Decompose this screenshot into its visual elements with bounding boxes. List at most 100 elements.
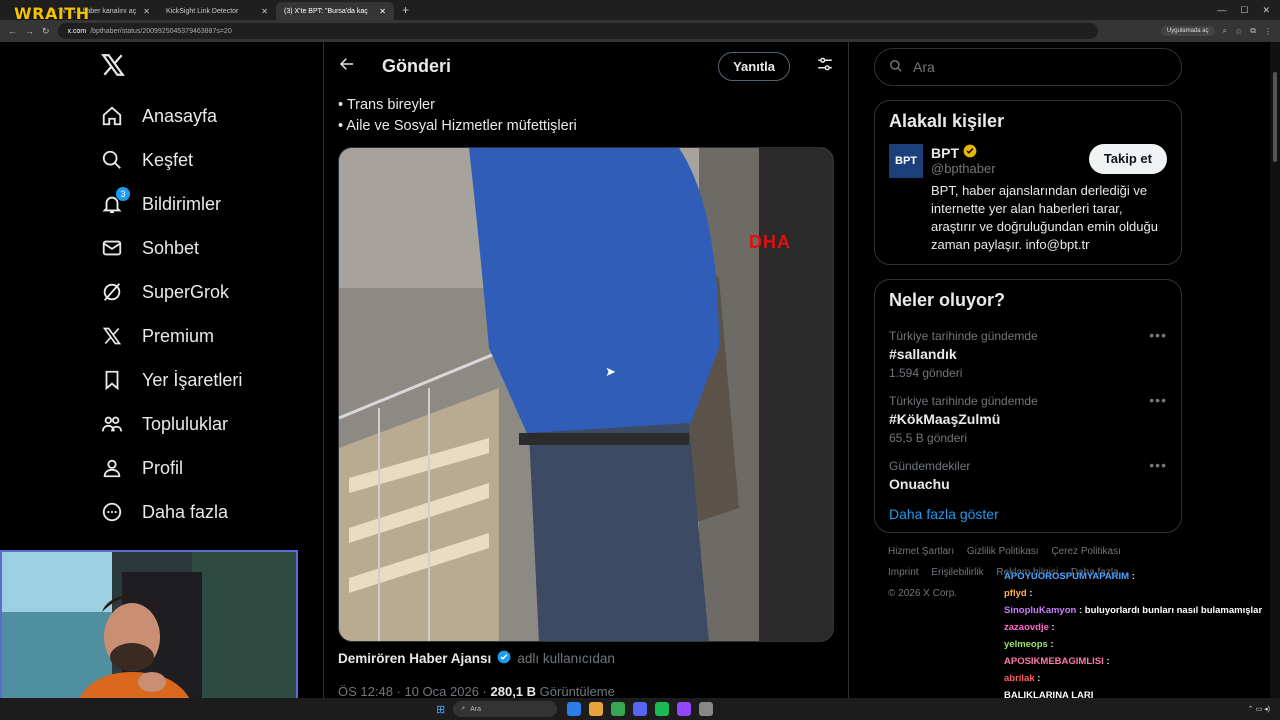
post-timestamp[interactable]: ÖS 12:48 · 10 Oca 2026 · <box>338 684 487 699</box>
chat-text: buluyorlardı bunları nasıl bulamamışlar <box>1084 605 1263 616</box>
nav-label: Premium <box>142 325 215 346</box>
browser-tab-active[interactable]: (3) X'te BPT: "Bursa'da kaç ✕ <box>276 2 394 20</box>
close-window-icon[interactable]: ✕ <box>1262 5 1270 16</box>
nav-label: Bildirimler <box>142 193 222 214</box>
url-field[interactable]: x.com/bpthaber/status/200992504537946388… <box>57 23 1098 39</box>
column-divider <box>848 42 849 720</box>
nav-item-bildirimler[interactable]: 3 Bildirimler <box>90 182 320 226</box>
close-icon[interactable]: ✕ <box>143 7 150 16</box>
menu-icon[interactable]: ⋮ <box>1264 27 1272 36</box>
chat-username: APOYUOROSPUMYAPARIM <box>1004 571 1130 582</box>
reload-icon[interactable]: ↻ <box>42 26 50 37</box>
extensions-icon[interactable]: ⧉ <box>1250 26 1256 36</box>
copyright: © 2026 X Corp. <box>888 588 958 599</box>
trend-context: Türkiye tarihinde gündemde <box>889 329 1038 343</box>
taskbar-app-icon[interactable] <box>655 702 670 716</box>
search-placeholder: Ara <box>913 59 935 75</box>
trend-item[interactable]: Gündemdekiler Onuachu ••• <box>889 453 1167 500</box>
taskbar-app-icon[interactable] <box>699 702 714 716</box>
verified-badge-icon <box>497 650 511 667</box>
nav-label: Daha fazla <box>142 501 229 522</box>
follow-button[interactable]: Takip et <box>1088 144 1167 174</box>
reply-button[interactable]: Yanıtla <box>718 51 790 81</box>
maximize-icon[interactable]: ☐ <box>1240 5 1248 16</box>
show-more-link[interactable]: Daha fazla göster <box>889 506 1167 522</box>
taskbar-app-icon[interactable] <box>589 702 604 716</box>
x-logo-icon[interactable] <box>100 52 320 94</box>
webcam-overlay <box>0 550 298 720</box>
nav-item-supergrok[interactable]: SuperGrok <box>90 270 320 314</box>
trend-context: Türkiye tarihinde gündemde <box>889 394 1038 408</box>
taskbar-app-icon[interactable] <box>677 702 692 716</box>
back-arrow-icon[interactable] <box>338 55 356 78</box>
more-options-icon[interactable]: ••• <box>1149 392 1167 408</box>
person-bio: BPT, haber ajanslarından derlediği ve in… <box>931 183 1158 252</box>
footer-link[interactable]: Hizmet Şartları <box>888 546 954 557</box>
trend-item[interactable]: Türkiye tarihinde gündemde #sallandık 1.… <box>889 323 1167 388</box>
nav-item-daha-fazla[interactable]: Daha fazla <box>90 490 320 534</box>
post-video[interactable]: DHA ➤ <box>338 147 834 642</box>
search-input[interactable]: Ara <box>874 48 1182 86</box>
close-icon[interactable]: ✕ <box>261 7 268 16</box>
nav-item-anasayfa[interactable]: Anasayfa <box>90 94 320 138</box>
star-icon[interactable]: ☆ <box>1235 27 1242 36</box>
taskbar-search[interactable]: ⌕ Ara <box>453 701 558 717</box>
footer-link[interactable]: Gizlilik Politikası <box>967 546 1039 557</box>
taskbar-app-icon[interactable] <box>611 702 626 716</box>
system-tray[interactable]: ⌃ ▭ ◂) <box>1248 705 1280 713</box>
open-in-app-button[interactable]: Uygulamada aç <box>1160 26 1215 36</box>
view-label: Görüntüleme <box>539 684 615 699</box>
footer-link[interactable]: Çerez Politikası <box>1051 546 1120 557</box>
attribution-suffix: adlı kullanıcıdan <box>517 651 615 666</box>
chat-message: SinopluKamyon : buluyorlardı bunları nas… <box>1004 605 1263 616</box>
trend-item[interactable]: Türkiye tarihinde gündemde #KökMaaşZulmü… <box>889 388 1167 453</box>
nav-item-kesfet[interactable]: Keşfet <box>90 138 320 182</box>
trend-name: #KökMaaşZulmü <box>889 411 1001 427</box>
home-icon <box>100 104 124 128</box>
browser-tab[interactable]: KickSight Link Detector ✕ <box>158 2 276 20</box>
footer-link[interactable]: Imprint <box>888 567 919 578</box>
nav-item-yer-isaretleri[interactable]: Yer İşaretleri <box>90 358 320 402</box>
post-header: Gönderi Yanıtla <box>324 42 848 90</box>
chat-username: APOSIKMEBAGIMLISI <box>1004 656 1104 667</box>
scrollbar-thumb[interactable] <box>1273 72 1277 162</box>
windows-start-icon[interactable]: ⊞ <box>436 703 445 716</box>
related-person[interactable]: BPT BPT @bpthaber Takip et <box>889 144 1167 178</box>
taskbar-app-icon[interactable] <box>567 702 582 716</box>
post-bullet: • Trans bireyler <box>338 97 435 113</box>
avatar[interactable]: BPT <box>889 144 923 178</box>
chat-username: pflyd <box>1004 588 1027 599</box>
stream-chat-overlay: APOYUOROSPUMYAPARIM : pflyd : SinopluKam… <box>1004 568 1274 704</box>
chat-message: yelmeops : <box>1004 639 1054 650</box>
more-options-icon[interactable]: ••• <box>1149 327 1167 343</box>
nav-label: Profil <box>142 457 184 478</box>
nav-item-sohbet[interactable]: Sohbet <box>90 226 320 270</box>
close-icon[interactable]: ✕ <box>379 7 386 16</box>
sliders-icon[interactable] <box>816 55 834 78</box>
bookmark-icon <box>100 368 124 392</box>
nav-label: Keşfet <box>142 149 194 170</box>
nav-item-premium[interactable]: Premium <box>90 314 320 358</box>
minimize-icon[interactable]: — <box>1217 5 1226 16</box>
left-navigation: Anasayfa Keşfet 3 Bildirimler Sohbet Sup… <box>90 48 320 534</box>
more-options-icon[interactable]: ••• <box>1149 457 1167 473</box>
source-name[interactable]: Demirören Haber Ajansı <box>338 651 491 666</box>
mail-icon <box>100 236 124 260</box>
trend-name: #sallandık <box>889 346 957 362</box>
back-icon[interactable]: ← <box>8 26 17 36</box>
zoom-icon[interactable]: ⌕ <box>1223 26 1227 36</box>
taskbar-app-icon[interactable] <box>633 702 648 716</box>
windows-taskbar: ⊞ ⌕ Ara ⌃ ▭ ◂) <box>0 698 1280 720</box>
footer-link[interactable]: Erişilebilirlik <box>931 567 983 578</box>
chat-username: yelmeops <box>1004 639 1048 650</box>
forward-icon[interactable]: → <box>25 26 34 36</box>
trends-card: Neler oluyor? Türkiye tarihinde gündemde… <box>874 279 1182 533</box>
person-icon <box>100 456 124 480</box>
nav-item-topluluklar[interactable]: Topluluklar <box>90 402 320 446</box>
person-handle: @bpthaber <box>931 161 996 176</box>
tab-label: (3) X'te BPT: "Bursa'da kaç <box>284 7 368 15</box>
person-name[interactable]: BPT <box>931 145 959 161</box>
nav-item-profil[interactable]: Profil <box>90 446 320 490</box>
new-tab-button[interactable]: + <box>394 3 417 17</box>
chat-message: zazaovdje : <box>1004 622 1055 633</box>
